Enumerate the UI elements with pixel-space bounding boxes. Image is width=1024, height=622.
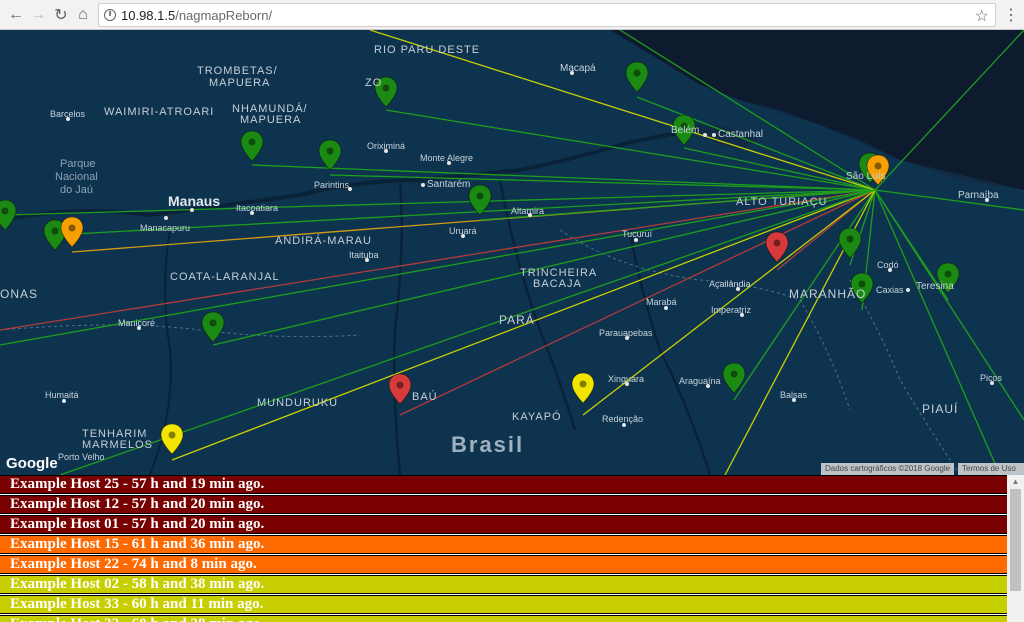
host-status-row[interactable]: Example Host 33 - 60 h and 11 min ago. [0,595,1007,614]
bookmark-star-icon[interactable]: ☆ [975,6,989,26]
map-label: ZO [365,77,383,89]
map-label: BACAJA [533,278,582,290]
city-dot [736,287,740,291]
map-label: ANDIRÁ-MARAU [275,235,372,247]
city-dot [906,288,910,292]
map-label: BAÚ [412,391,438,403]
map-view[interactable]: RIO PARU DESTE TROMBETAS/ MAPUERA WAIMIR… [0,30,1024,475]
city-dot [66,117,70,121]
city-dot [625,336,629,340]
city-dot [664,306,668,310]
host-status-row[interactable]: Example Host 25 - 57 h and 19 min ago. [0,475,1007,494]
host-status-list: Example Host 25 - 57 h and 19 min ago. Ex… [0,475,1007,622]
map-label: MAPUERA [240,114,302,126]
map-city-label: Manaus [168,193,221,209]
map-park-label: Nacional [55,171,98,183]
scrollbar[interactable]: ▲ [1007,475,1024,622]
city-dot [792,398,796,402]
host-status-row[interactable]: Example Host 32 - 60 h and 38 min ago. [0,615,1007,622]
map-park-label: Parque [60,158,96,170]
host-status-row[interactable]: Example Host 15 - 61 h and 36 min ago. [0,535,1007,554]
city-dot [634,238,638,242]
map-label: COATA-LARANJAL [170,271,280,283]
city-dot [164,216,168,220]
city-dot [706,384,710,388]
browser-toolbar: ← → ↻ ⌂ i 10.98.1.5/nagmapReborn/ ☆ ⋮ [0,0,1024,30]
city-dot [622,423,626,427]
city-dot [190,208,194,212]
map-label: RIO PARU DESTE [374,44,481,56]
city-dot [703,133,707,137]
host-status-row[interactable]: Example Host 22 - 74 h and 8 min ago. [0,555,1007,574]
info-icon[interactable]: i [104,9,116,21]
city-dot [421,183,425,187]
map-city-label: Porto Velho [58,452,105,462]
map-city-label: Açailândia [709,279,751,289]
host-status-row[interactable]: Example Host 01 - 57 h and 20 min ago. [0,515,1007,534]
scroll-thumb[interactable] [1010,489,1021,591]
city-dot [62,399,66,403]
map-city-label: Marabá [646,297,677,307]
map-country-label: Brasil [451,432,525,457]
city-dot [348,187,352,191]
map-city-label: Castanhal [718,129,764,140]
map-city-label: Parnaíba [958,190,999,201]
city-dot [625,382,629,386]
home-icon[interactable]: ⌂ [73,5,93,25]
city-dot [570,71,574,75]
map-label: PARÁ [499,313,535,327]
city-dot [528,213,532,217]
city-dot [250,211,254,215]
map-city-label: Belém [671,125,700,136]
map-label: ALTO TURIAÇU [736,196,828,208]
map-city-label: Itaituba [349,250,379,260]
map-label: PIAUÍ [922,402,959,416]
map-label: KAYAPÓ [512,411,562,423]
map-city-label: Manacapuru [140,223,191,233]
map-city-label: Santarém [427,179,471,190]
map-city-label: Teresina [916,281,954,292]
city-dot [985,198,989,202]
map-label: ONAS [0,287,39,301]
city-dot [384,149,388,153]
map-canvas [0,30,1024,475]
map-city-label: Caxias [876,285,904,295]
map-label: WAIMIRI-ATROARI [104,106,215,118]
google-logo: Google [6,455,58,472]
forward-arrow-icon[interactable]: → [28,5,48,25]
map-label: TROMBETAS/ [197,65,278,77]
map-city-label: Araguaína [679,376,721,386]
map-label: MARMELOS [82,439,153,451]
city-dot [461,234,465,238]
terms-link[interactable]: Termos de Uso [958,463,1024,475]
city-dot [447,161,451,165]
map-city-label: Parintins [314,180,350,190]
city-dot [888,268,892,272]
city-dot [712,133,716,137]
reload-icon[interactable]: ↻ [51,5,71,25]
url-text: 10.98.1.5/nagmapReborn/ [121,8,272,23]
map-label: MUNDURUKU [257,397,339,409]
map-attribution: Dados cartográficos ©2018 Google [821,463,955,475]
map-park-label: do Jaú [60,184,94,196]
back-arrow-icon[interactable]: ← [6,5,26,25]
city-dot [365,258,369,262]
map-city-label: Macapá [560,63,596,74]
map-city-label: São Luís [846,171,886,182]
city-dot [740,313,744,317]
map-city-label: Imperatriz [711,305,752,315]
url-host: 10.98.1.5 [121,8,176,23]
city-dot [990,381,994,385]
address-bar[interactable]: i 10.98.1.5/nagmapReborn/ ☆ [98,3,996,27]
scroll-up-arrow-icon[interactable]: ▲ [1007,475,1024,489]
url-path: /nagmapReborn/ [175,8,273,23]
map-city-label: Itacoatiara [236,203,279,213]
map-label: MAPUERA [209,77,271,89]
map-label: MARANHÃO [789,287,867,301]
city-dot [137,326,141,330]
menu-dots-icon[interactable]: ⋮ [1003,5,1019,25]
host-status-row[interactable]: Example Host 02 - 58 h and 38 min ago. [0,575,1007,594]
host-status-row[interactable]: Example Host 12 - 57 h and 20 min ago. [0,495,1007,514]
